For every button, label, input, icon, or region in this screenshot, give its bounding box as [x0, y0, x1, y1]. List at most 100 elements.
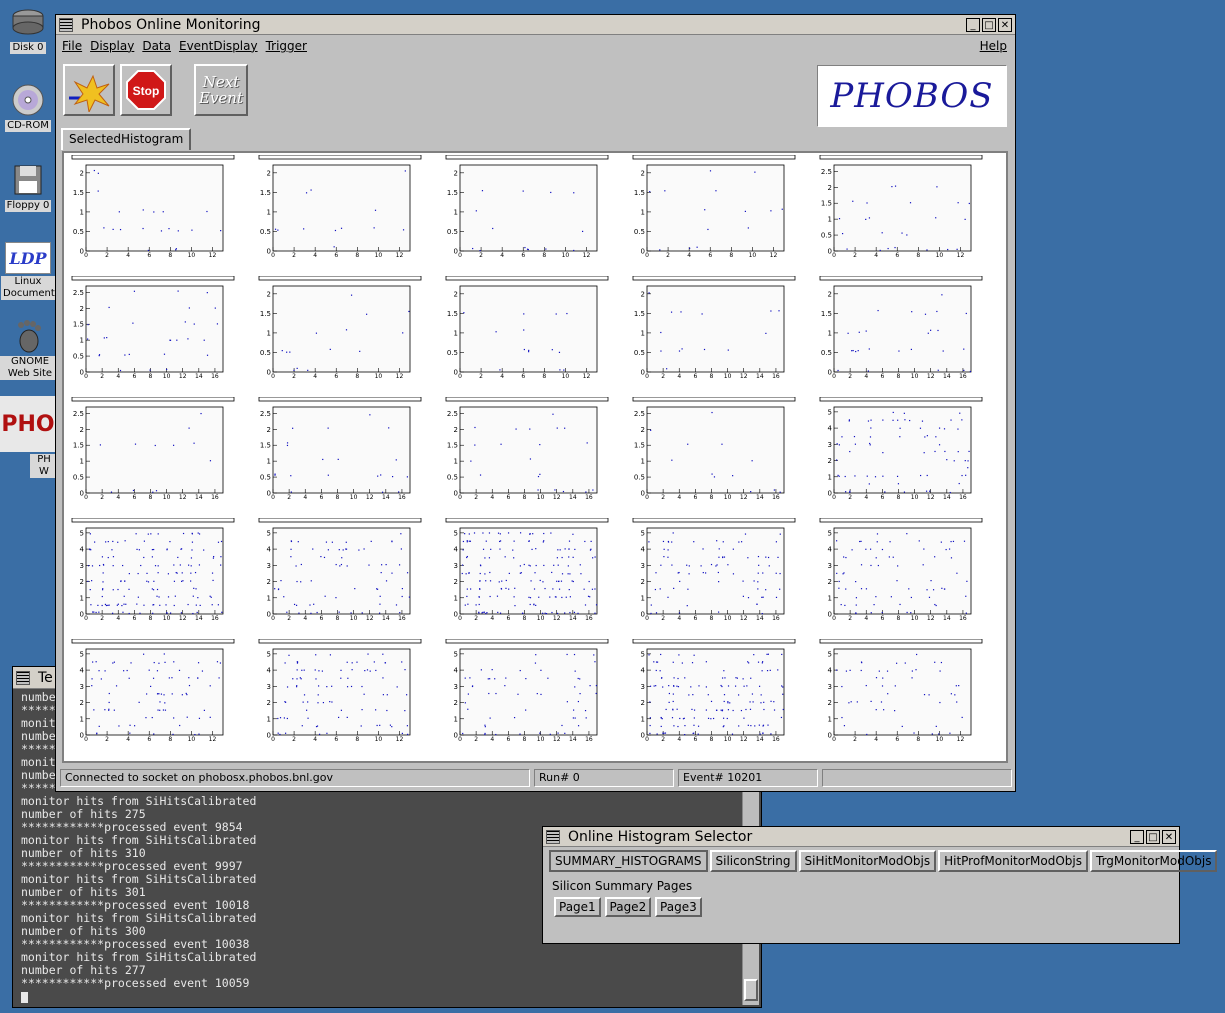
histogram-pad[interactable]: 0 0.5 1 1.5 2 0 2 4 6 8 10 12 — [68, 155, 238, 265]
menu-eventdisplay[interactable]: EventDisplay — [179, 39, 258, 53]
histogram-pad[interactable]: 0 1 2 3 4 5 0 2 4 6 8 10 12 14 16 — [442, 639, 612, 749]
data-point — [406, 725, 409, 727]
window-menu-icon[interactable] — [546, 829, 560, 844]
data-point — [564, 612, 566, 614]
histogram-pad[interactable]: 0 0.5 1 1.5 2 2.5 0 2 4 6 8 10 12 14 16 — [255, 397, 425, 507]
data-point — [677, 686, 680, 688]
menu-help[interactable]: Help — [980, 39, 1007, 53]
desktop-icon-ldp[interactable]: LDP Linux Documents — [0, 242, 60, 300]
data-point — [577, 725, 580, 727]
histogram-pad[interactable]: 0 1 2 3 4 5 0 2 4 6 8 10 12 14 16 — [629, 639, 799, 749]
tab-selected-histogram[interactable]: SelectedHistogram — [61, 128, 192, 150]
desktop-icon-cdrom[interactable]: CD-ROM — [0, 82, 56, 132]
data-point — [192, 612, 194, 615]
histogram-pad[interactable]: 0 0.5 1 1.5 2 2.5 0 2 4 6 8 10 12 — [816, 155, 986, 265]
histogram-pad[interactable]: 0 0.5 1 1.5 2 0 2 4 6 8 10 12 — [255, 155, 425, 265]
start-button[interactable] — [63, 64, 115, 116]
menu-file[interactable]: File — [62, 39, 82, 53]
minimize-button[interactable]: _ — [1130, 829, 1144, 844]
histogram-pad[interactable]: 0 0.5 1 1.5 2 0 2 4 6 8 10 12 — [629, 155, 799, 265]
data-point — [911, 311, 913, 313]
next-event-button[interactable]: Next Event — [194, 64, 248, 116]
x-tick-label: 0 — [458, 373, 462, 380]
data-point — [292, 678, 294, 680]
data-point — [661, 677, 663, 679]
data-point — [579, 678, 581, 680]
histogram-pad[interactable]: 0 0.5 1 1.5 2 2.5 0 2 4 6 8 10 12 14 16 — [629, 397, 799, 507]
data-point — [87, 565, 90, 567]
selector-titlebar[interactable]: Online Histogram Selector _ □ ✕ — [543, 827, 1179, 847]
histogram-pad[interactable]: 0 0.5 1 1.5 2 2.5 0 2 4 6 8 10 12 14 16 — [68, 397, 238, 507]
histogram-pad[interactable]: 0 0.5 1 1.5 2 0 2 4 6 8 10 12 — [442, 155, 612, 265]
histogram-pad[interactable]: 0 0.5 1 1.5 2 0 2 4 6 8 10 12 — [255, 276, 425, 386]
data-point — [716, 709, 718, 711]
close-button[interactable]: ✕ — [998, 17, 1012, 32]
histogram-pad[interactable]: 0 0.5 1 1.5 2 0 2 4 6 8 10 12 14 16 — [629, 276, 799, 386]
x-tick-label: 2 — [287, 494, 291, 501]
tab-sihit-monitor[interactable]: SiHitMonitorModObjs — [798, 850, 937, 872]
histogram-canvas[interactable]: 0 0.5 1 1.5 2 0 2 4 6 8 10 12 0 0.5 1 1.5 2 0 2 4 6 8 10 12 0 0.5… — [62, 151, 1008, 763]
x-tick-label: 0 — [832, 494, 836, 501]
data-point — [868, 217, 871, 219]
scrollbar-thumb[interactable] — [744, 979, 758, 1001]
histogram-pad[interactable]: 0 1 2 3 4 5 0 2 4 6 8 10 12 14 16 — [68, 518, 238, 628]
data-point — [173, 580, 176, 582]
menu-data[interactable]: Data — [142, 39, 171, 53]
histogram-pad[interactable]: 0 1 2 3 4 5 0 2 4 6 8 10 12 14 16 — [816, 397, 986, 507]
page2-button[interactable]: Page2 — [604, 897, 652, 917]
window-menu-icon[interactable] — [16, 670, 30, 685]
histogram-pad[interactable]: 0 1 2 3 4 5 0 2 4 6 8 10 12 — [68, 639, 238, 749]
data-point — [779, 572, 781, 575]
desktop-icon-floppy[interactable]: Floppy 0 — [0, 162, 56, 212]
desktop-icon-phobos[interactable]: PHO PH W — [0, 396, 58, 478]
x-tick-label: 6 — [880, 494, 884, 501]
data-point — [340, 669, 342, 671]
tab-summary-histograms[interactable]: SUMMARY_HISTOGRAMS — [549, 850, 708, 872]
data-point — [87, 580, 89, 583]
x-tick-label: 12 — [740, 494, 748, 501]
page1-button[interactable]: Page1 — [554, 897, 601, 917]
histogram-pad[interactable]: 0 1 2 3 4 5 0 2 4 6 8 10 12 14 16 — [255, 518, 425, 628]
minimize-button[interactable]: _ — [966, 17, 980, 32]
desktop-icon-disk[interactable]: Disk 0 — [0, 4, 56, 54]
y-tick-label: 2 — [267, 290, 271, 298]
tab-silicon-string[interactable]: SiliconString — [709, 850, 797, 872]
close-button[interactable]: ✕ — [1162, 829, 1176, 844]
window-menu-icon[interactable] — [59, 17, 73, 32]
histogram-pad[interactable]: 0 0.5 1 1.5 2 0 2 4 6 8 10 12 — [442, 276, 612, 386]
maximize-button[interactable]: □ — [1146, 829, 1160, 844]
main-window[interactable]: Phobos Online Monitoring _ □ ✕ File Disp… — [55, 14, 1016, 792]
desktop-icon-gnome[interactable]: GNOME Web Site — [0, 318, 60, 380]
data-point — [673, 677, 675, 679]
tab-hitprof-monitor[interactable]: HitProfMonitorModObjs — [938, 850, 1088, 872]
page3-button[interactable]: Page3 — [655, 897, 702, 917]
histogram-pad[interactable]: 0 0.5 1 1.5 2 2.5 0 2 4 6 8 10 12 14 16 — [68, 276, 238, 386]
main-titlebar[interactable]: Phobos Online Monitoring _ □ ✕ — [56, 15, 1015, 35]
selector-window[interactable]: Online Histogram Selector _ □ ✕ SUMMARY_… — [542, 826, 1218, 944]
histogram-pad[interactable]: 0 1 2 3 4 5 0 2 4 6 8 10 12 — [816, 639, 986, 749]
stop-button[interactable]: Stop — [120, 64, 172, 116]
x-tick-label: 6 — [895, 252, 899, 259]
data-point — [363, 548, 365, 550]
data-point — [533, 588, 536, 590]
histogram-pad[interactable]: 0 1 2 3 4 5 0 2 4 6 8 10 12 — [255, 639, 425, 749]
histogram-frame — [272, 285, 411, 373]
data-point — [553, 564, 555, 566]
histogram-pad[interactable]: 0 1 2 3 4 5 0 2 4 6 8 10 12 14 16 — [816, 518, 986, 628]
y-tick-label: 4 — [828, 546, 833, 554]
tab-trg-monitor[interactable]: TrgMonitorModObjs — [1090, 850, 1218, 872]
data-point — [93, 169, 95, 172]
maximize-button[interactable]: □ — [982, 17, 996, 32]
data-point — [346, 661, 348, 663]
menu-display[interactable]: Display — [90, 39, 134, 53]
data-point — [484, 573, 486, 575]
data-point — [190, 557, 193, 559]
data-point — [865, 588, 868, 590]
histogram-pad[interactable]: 0 1 2 3 4 5 0 2 4 6 8 10 12 14 16 — [442, 518, 612, 628]
histogram-pad[interactable]: 0 0.5 1 1.5 2 2.5 0 2 4 6 8 10 12 14 16 — [442, 397, 612, 507]
menu-trigger[interactable]: Trigger — [266, 39, 307, 53]
data-point — [187, 338, 189, 340]
histogram-pad[interactable]: 0 1 2 3 4 5 0 2 4 6 8 10 12 14 16 — [629, 518, 799, 628]
data-point — [727, 701, 729, 703]
histogram-pad[interactable]: 0 0.5 1 1.5 2 0 2 4 6 8 10 12 14 16 — [816, 276, 986, 386]
